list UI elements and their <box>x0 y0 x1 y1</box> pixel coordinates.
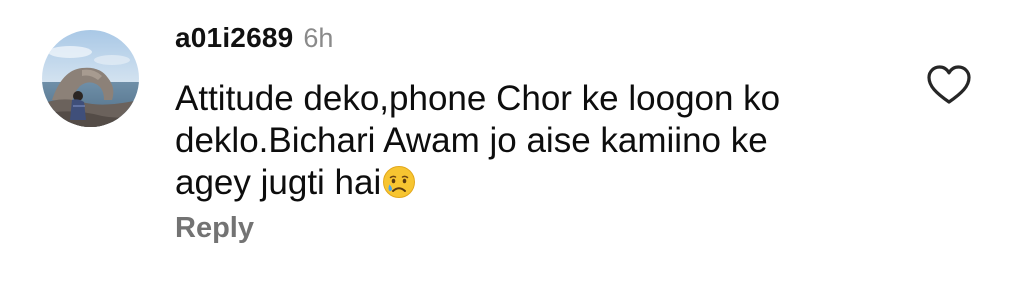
comment-text: Attitude deko,phone Chor ke loogon ko de… <box>175 78 865 204</box>
comment-item: a01i2689 6h Attitude deko,phone Chor ke … <box>0 0 1024 284</box>
comment-text-line-1: Attitude deko,phone Chor ke loogon ko <box>175 79 781 118</box>
username[interactable]: a01i2689 <box>175 22 293 54</box>
avatar-image <box>42 30 139 127</box>
comment-text-line-2: deklo.Bichari Awam jo aise kamiino ke <box>175 121 768 160</box>
comment-text-line-3: agey jugti hai <box>175 163 382 202</box>
comment-body: a01i2689 6h Attitude deko,phone Chor ke … <box>175 22 875 245</box>
heart-outline-icon[interactable] <box>926 64 972 106</box>
crying-face-emoji-icon <box>382 165 416 199</box>
comment-meta: a01i2689 6h <box>175 22 875 62</box>
reply-button[interactable]: Reply <box>175 212 254 245</box>
avatar[interactable] <box>42 30 139 127</box>
timestamp: 6h <box>303 23 334 53</box>
